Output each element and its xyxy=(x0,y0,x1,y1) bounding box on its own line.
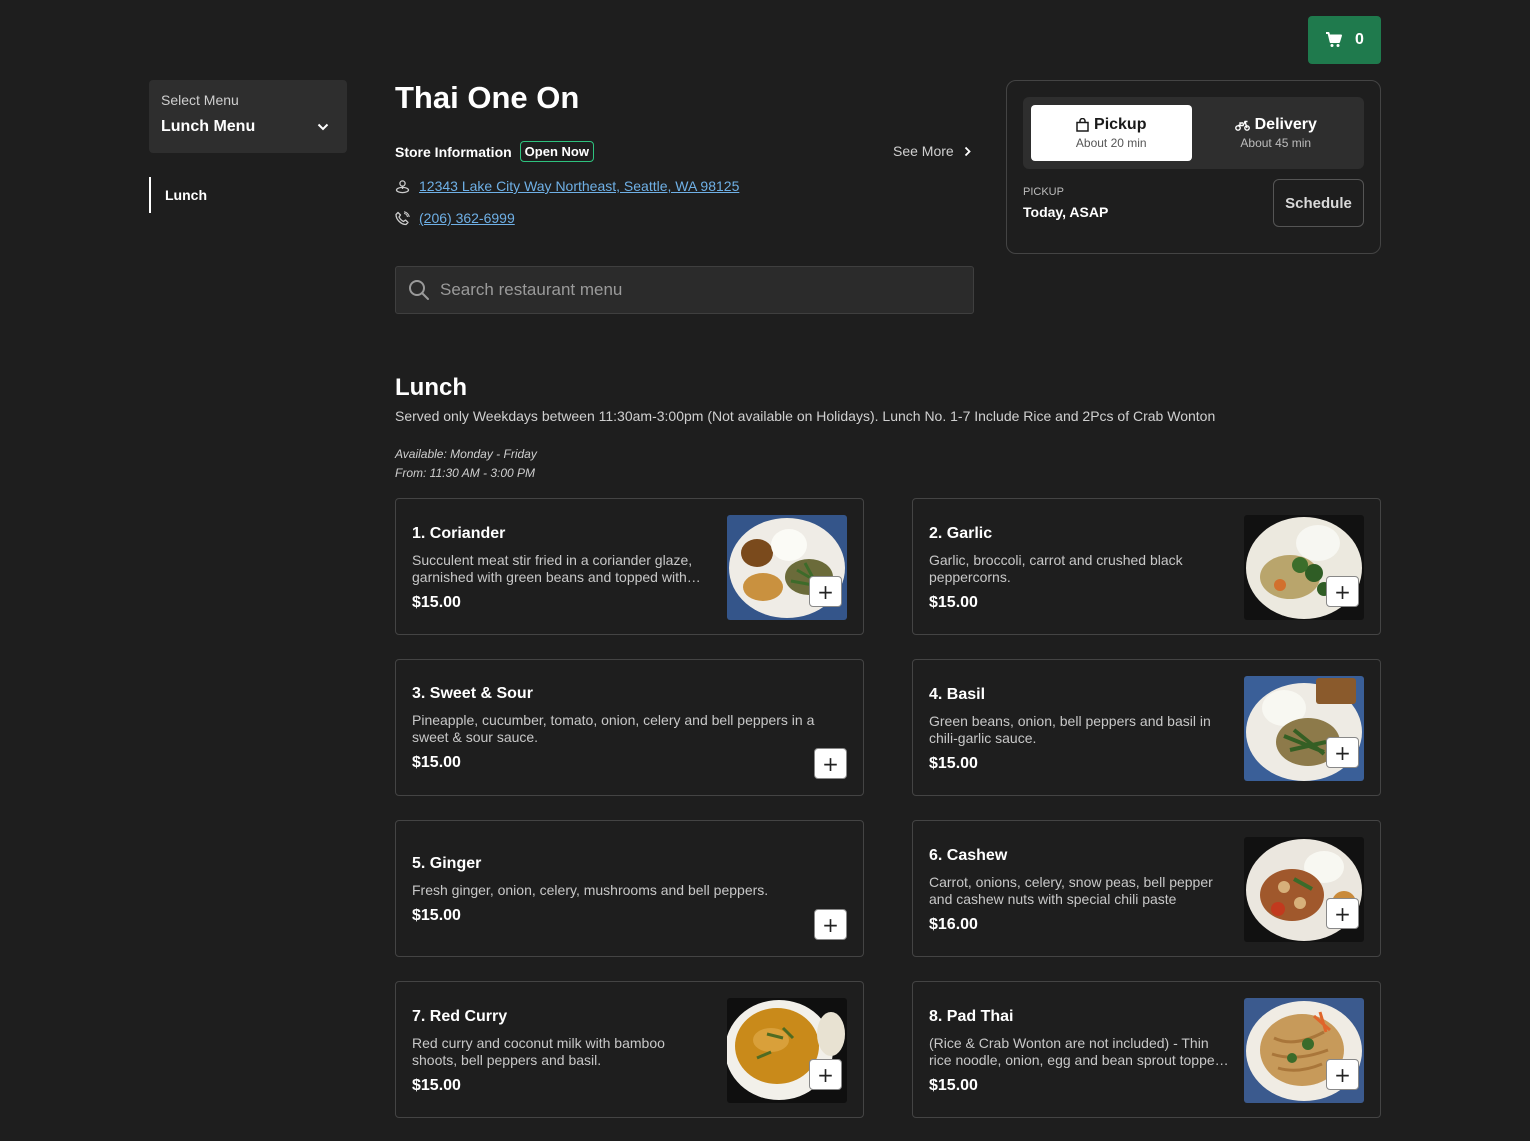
fulfillment-toggle: Pickup About 20 min Delivery About 45 mi… xyxy=(1023,97,1364,169)
cart-count: 0 xyxy=(1355,31,1364,48)
item-price: $15.00 xyxy=(412,754,461,771)
menu-item-coriander[interactable]: 1. Coriander Succulent meat stir fried i… xyxy=(395,498,864,635)
section-description: Served only Weekdays between 11:30am-3:0… xyxy=(395,408,1216,424)
status-badge: Open Now xyxy=(519,141,594,162)
selected-menu: Lunch Menu xyxy=(161,118,256,135)
item-name: 1. Coriander xyxy=(412,525,506,542)
shopping-bag-icon xyxy=(1076,118,1089,132)
item-description: (Rice & Crab Wonton are not included) - … xyxy=(929,1035,1223,1068)
item-price: $15.00 xyxy=(929,755,978,772)
item-price: $16.00 xyxy=(929,916,978,933)
section-title: Lunch xyxy=(395,374,467,401)
pickup-time-value: Today, ASAP xyxy=(1023,204,1109,220)
menu-item-cashew[interactable]: 6. Cashew Carrot, onions, celery, snow p… xyxy=(912,820,1381,957)
item-name: 8. Pad Thai xyxy=(929,1008,1014,1025)
delivery-option[interactable]: Delivery About 45 min xyxy=(1196,105,1357,161)
item-description: Red curry and coconut milk with bamboo s… xyxy=(412,1035,665,1068)
item-price: $15.00 xyxy=(412,594,461,611)
item-price: $15.00 xyxy=(929,1077,978,1094)
item-name: 6. Cashew xyxy=(929,847,1008,864)
phone-icon xyxy=(395,210,410,225)
phone-row: (206) 362-6999 xyxy=(395,210,515,226)
available-hours: From: 11:30 AM - 3:00 PM xyxy=(395,466,536,480)
store-information: Store Information Open Now xyxy=(395,141,594,162)
menu-item-red-curry[interactable]: 7. Red Curry Red curry and coconut milk … xyxy=(395,981,864,1118)
item-name: 7. Red Curry xyxy=(412,1008,508,1025)
item-price: $15.00 xyxy=(412,907,461,924)
item-price: $15.00 xyxy=(412,1077,461,1094)
store-info-label: Store Information xyxy=(395,143,512,160)
pickup-label: Pickup xyxy=(1094,116,1147,133)
add-item-button[interactable]: + xyxy=(1326,1059,1359,1090)
menu-select-label: Select Menu xyxy=(161,92,239,108)
item-description: Carrot, onions, celery, snow peas, bell … xyxy=(929,874,1213,907)
search-bar xyxy=(395,266,974,314)
add-item-button[interactable]: + xyxy=(814,748,847,779)
item-description: Garlic, broccoli, carrot and crushed bla… xyxy=(929,552,1183,585)
add-item-button[interactable]: + xyxy=(1326,898,1359,929)
address-row: 12343 Lake City Way Northeast, Seattle, … xyxy=(395,178,739,194)
cart-icon xyxy=(1326,32,1343,47)
page-title: Thai One On xyxy=(395,80,580,115)
item-name: 3. Sweet & Sour xyxy=(412,685,533,702)
menu-item-ginger[interactable]: 5. Ginger Fresh ginger, onion, celery, m… xyxy=(395,820,864,957)
schedule-button[interactable]: Schedule xyxy=(1273,179,1364,227)
scooter-icon xyxy=(1234,120,1250,131)
chevron-right-icon xyxy=(964,146,971,156)
menu-item-sweet-and-sour[interactable]: 3. Sweet & Sour Pineapple, cucumber, tom… xyxy=(395,659,864,796)
item-description: Green beans, onion, bell peppers and bas… xyxy=(929,713,1211,746)
section-availability: Available: Monday - Friday From: 11:30 A… xyxy=(395,445,537,483)
see-more-label: See More xyxy=(893,143,954,159)
add-item-button[interactable]: + xyxy=(814,909,847,940)
address-link[interactable]: 12343 Lake City Way Northeast, Seattle, … xyxy=(419,178,739,194)
sidebar-item-label: Lunch xyxy=(165,187,207,203)
item-price: $15.00 xyxy=(929,594,978,611)
menu-item-basil[interactable]: 4. Basil Green beans, onion, bell pepper… xyxy=(912,659,1381,796)
chevron-down-icon xyxy=(317,123,329,131)
pickup-eta: About 20 min xyxy=(1075,136,1147,150)
available-days: Available: Monday - Friday xyxy=(395,447,537,461)
item-description: Pineapple, cucumber, tomato, onion, cele… xyxy=(412,712,815,745)
item-description: Fresh ginger, onion, celery, mushrooms a… xyxy=(412,882,769,898)
add-item-button[interactable]: + xyxy=(1326,576,1359,607)
item-name: 4. Basil xyxy=(929,686,986,703)
location-pin-icon xyxy=(395,179,410,193)
menu-item-pad-thai[interactable]: 8. Pad Thai (Rice & Crab Wonton are not … xyxy=(912,981,1381,1118)
item-name: 5. Ginger xyxy=(412,855,482,872)
pickup-time-label: PICKUP xyxy=(1023,186,1064,198)
search-input[interactable] xyxy=(440,280,940,300)
delivery-label: Delivery xyxy=(1254,116,1317,133)
order-panel: Pickup About 20 min Delivery About 45 mi… xyxy=(1006,80,1381,254)
see-more-link[interactable]: See More xyxy=(893,143,971,159)
search-icon xyxy=(409,280,429,300)
cart-button[interactable]: 0 xyxy=(1308,16,1381,64)
add-item-button[interactable]: + xyxy=(809,1059,842,1090)
phone-link[interactable]: (206) 362-6999 xyxy=(419,210,515,226)
item-name: 2. Garlic xyxy=(929,525,993,542)
add-item-button[interactable]: + xyxy=(1326,737,1359,768)
item-description: Succulent meat stir fried in a coriander… xyxy=(412,552,693,585)
menu-item-garlic[interactable]: 2. Garlic Garlic, broccoli, carrot and c… xyxy=(912,498,1381,635)
menu-select-dropdown[interactable]: Select Menu Lunch Menu xyxy=(149,80,347,153)
delivery-eta: About 45 min xyxy=(1240,136,1312,150)
pickup-option[interactable]: Pickup About 20 min xyxy=(1031,105,1192,161)
sidebar-item-lunch[interactable]: Lunch xyxy=(149,177,299,213)
add-item-button[interactable]: + xyxy=(809,576,842,607)
